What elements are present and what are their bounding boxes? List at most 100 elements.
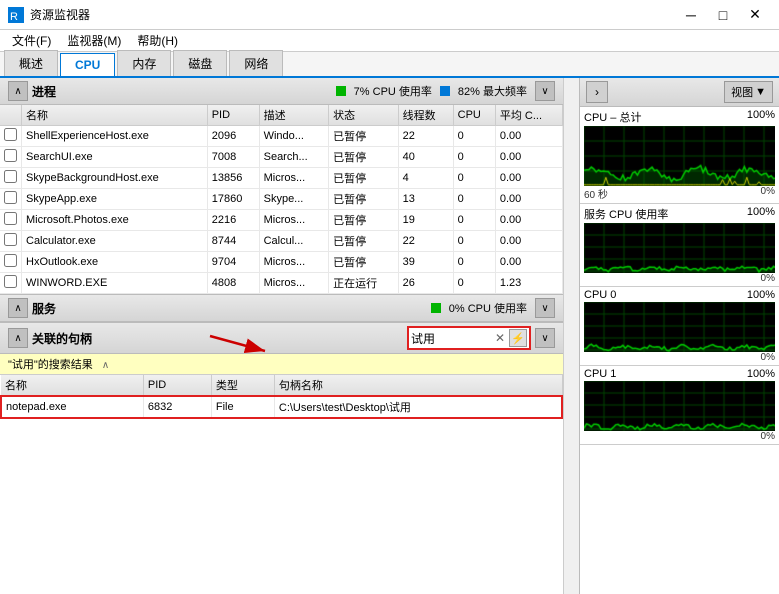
tab-overview[interactable]: 概述 [4, 50, 58, 76]
table-row[interactable]: Microsoft.Photos.exe 2216 Micros... 已暂停 … [0, 210, 563, 231]
proc-threads: 26 [398, 273, 453, 294]
proc-desc: Micros... [259, 252, 329, 273]
maximize-button[interactable]: □ [707, 5, 739, 25]
handles-expand-btn[interactable]: ∨ [535, 328, 555, 348]
table-row[interactable]: notepad.exe 6832 File C:\Users\test\Desk… [1, 396, 562, 418]
handle-name: notepad.exe [1, 396, 143, 418]
row-checkbox[interactable] [0, 147, 22, 168]
menu-monitor[interactable]: 监视器(M) [59, 30, 129, 51]
proc-cpu: 0 [453, 210, 495, 231]
proc-cpu: 0 [453, 252, 495, 273]
view-button[interactable]: 视图 ▼ [724, 81, 773, 103]
freq-indicator [440, 86, 450, 96]
close-button[interactable]: ✕ [739, 5, 771, 25]
handles-col-name[interactable]: 名称 [1, 375, 143, 396]
row-checkbox[interactable] [0, 189, 22, 210]
tab-bar: 概述 CPU 内存 磁盘 网络 [0, 52, 779, 78]
proc-threads: 40 [398, 147, 453, 168]
proc-name: SkypeBackgroundHost.exe [22, 168, 208, 189]
search-box: ✕ ⚡ [407, 326, 531, 350]
cpu-total-time: 60 秒 [584, 186, 608, 201]
menu-help[interactable]: 帮助(H) [129, 30, 186, 51]
col-pid[interactable]: PID [207, 105, 259, 126]
proc-pid: 13856 [207, 168, 259, 189]
proc-cpu: 0 [453, 273, 495, 294]
tab-cpu[interactable]: CPU [60, 53, 115, 76]
col-status[interactable]: 状态 [329, 105, 398, 126]
proc-avg: 1.23 [495, 273, 562, 294]
cpu0-max: 100% [747, 289, 775, 301]
col-desc[interactable]: 描述 [259, 105, 329, 126]
proc-threads: 13 [398, 189, 453, 210]
process-table: 名称 PID 描述 状态 线程数 CPU 平均 C... ShellExperi… [0, 105, 563, 294]
proc-pid: 7008 [207, 147, 259, 168]
tab-network[interactable]: 网络 [229, 50, 283, 76]
cpu1-max: 100% [747, 368, 775, 380]
proc-name: SearchUI.exe [22, 147, 208, 168]
handles-header: ∧ 关联的句柄 ✕ ⚡ ∨ [0, 323, 563, 354]
proc-threads: 39 [398, 252, 453, 273]
table-row[interactable]: Calculator.exe 8744 Calcul... 已暂停 22 0 0… [0, 231, 563, 252]
proc-pid: 2096 [207, 126, 259, 147]
handles-col-pid[interactable]: PID [143, 375, 211, 396]
cpu0-label: CPU 0 [584, 289, 616, 301]
col-name[interactable]: 名称 [22, 105, 208, 126]
table-row[interactable]: SearchUI.exe 7008 Search... 已暂停 40 0 0.0… [0, 147, 563, 168]
tab-disk[interactable]: 磁盘 [173, 50, 227, 76]
collapse-right-btn[interactable]: › [586, 81, 608, 103]
proc-desc: Search... [259, 147, 329, 168]
row-checkbox[interactable] [0, 126, 22, 147]
col-threads[interactable]: 线程数 [398, 105, 453, 126]
handles-table: 名称 PID 类型 句柄名称 notepad.exe 6832 File C:\… [0, 375, 563, 419]
process-collapse-btn[interactable]: ∧ [8, 81, 28, 101]
col-avgcpu[interactable]: 平均 C... [495, 105, 562, 126]
table-row[interactable]: SkypeApp.exe 17860 Skype... 已暂停 13 0 0.0… [0, 189, 563, 210]
row-checkbox[interactable] [0, 273, 22, 294]
proc-cpu: 0 [453, 231, 495, 252]
table-row[interactable]: HxOutlook.exe 9704 Micros... 已暂停 39 0 0.… [0, 252, 563, 273]
handles-collapse-btn[interactable]: ∧ [8, 328, 28, 348]
table-row[interactable]: SkypeBackgroundHost.exe 13856 Micros... … [0, 168, 563, 189]
cpu-total-graph-section: CPU – 总计 100% 60 秒 0% [580, 107, 779, 204]
services-title: 服务 [32, 300, 56, 317]
proc-threads: 22 [398, 126, 453, 147]
search-input[interactable] [411, 331, 491, 345]
tab-memory[interactable]: 内存 [117, 50, 171, 76]
process-title: 进程 [32, 83, 56, 100]
row-checkbox[interactable] [0, 168, 22, 189]
services-collapse-btn[interactable]: ∧ [8, 298, 28, 318]
services-expand-btn[interactable]: ∨ [535, 298, 555, 318]
minimize-button[interactable]: ─ [675, 5, 707, 25]
handle-pid: 6832 [143, 396, 211, 418]
proc-status: 正在运行 [329, 273, 398, 294]
search-clear-btn[interactable]: ✕ [493, 331, 507, 345]
process-expand-btn[interactable]: ∨ [535, 81, 555, 101]
proc-pid: 8744 [207, 231, 259, 252]
row-checkbox[interactable] [0, 231, 22, 252]
row-checkbox[interactable] [0, 252, 22, 273]
menu-file[interactable]: 文件(F) [4, 30, 59, 51]
handle-path: C:\Users\test\Desktop\试用 [274, 396, 562, 418]
process-table-wrap: 名称 PID 描述 状态 线程数 CPU 平均 C... ShellExperi… [0, 105, 563, 294]
handles-col-type[interactable]: 类型 [211, 375, 274, 396]
proc-cpu: 0 [453, 126, 495, 147]
col-cpu[interactable]: CPU [453, 105, 495, 126]
app-icon: R [8, 7, 24, 23]
proc-pid: 9704 [207, 252, 259, 273]
handles-col-handle[interactable]: 句柄名称 [274, 375, 562, 396]
proc-avg: 0.00 [495, 231, 562, 252]
services-cpu-status: 0% CPU 使用率 [449, 300, 527, 316]
right-panel-header: › 视图 ▼ [580, 78, 779, 107]
services-section-header: ∧ 服务 0% CPU 使用率 ∨ [0, 295, 563, 322]
table-row[interactable]: ShellExperienceHost.exe 2096 Windo... 已暂… [0, 126, 563, 147]
handles-section: ∧ 关联的句柄 ✕ ⚡ ∨ [0, 323, 563, 594]
search-go-btn[interactable]: ⚡ [509, 329, 527, 347]
handle-type: File [211, 396, 274, 418]
main-scroll-track[interactable] [563, 78, 579, 594]
table-row[interactable]: WINWORD.EXE 4808 Micros... 正在运行 26 0 1.2… [0, 273, 563, 294]
row-checkbox[interactable] [0, 210, 22, 231]
process-freq-status: 82% 最大频率 [458, 83, 527, 99]
services-cpu-indicator [431, 303, 441, 313]
right-panel: › 视图 ▼ CPU – 总计 100% 60 秒 0% 服务 CPU 使用率 [579, 78, 779, 594]
proc-status: 已暂停 [329, 210, 398, 231]
